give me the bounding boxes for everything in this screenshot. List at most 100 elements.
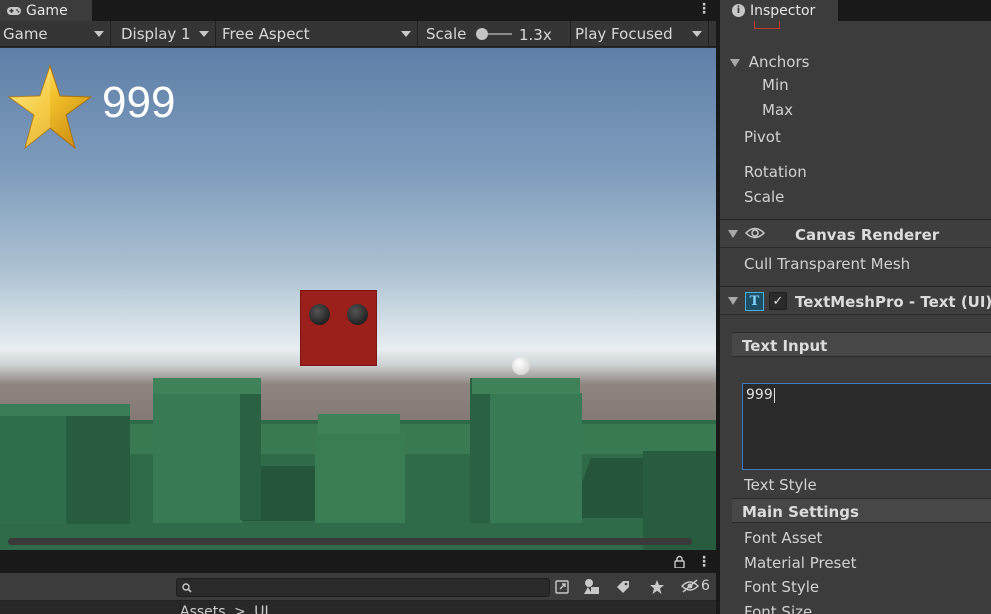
search-icon — [182, 583, 192, 593]
font-asset-label: Font Asset — [744, 529, 823, 547]
anchors-foldout[interactable]: Anchors — [720, 53, 991, 71]
text-cursor — [774, 388, 775, 403]
textmeshpro-title: TextMeshPro - Text (UI) — [795, 293, 991, 311]
game-mode-label: Game — [3, 25, 48, 43]
breadcrumb: Assets > UI — [180, 604, 269, 614]
enemy-block — [300, 290, 377, 366]
scale-slider[interactable] — [476, 28, 512, 40]
toolbar-overflow[interactable] — [709, 21, 716, 47]
tag-icon[interactable] — [615, 579, 631, 595]
hidden-count: 6 — [701, 578, 710, 594]
enemy-eye — [347, 304, 368, 325]
anchors-max-label: Max — [762, 101, 794, 119]
eye-hidden-icon — [680, 579, 700, 593]
display-dropdown[interactable]: Display 1 — [111, 21, 216, 47]
platform-block-top — [153, 378, 261, 394]
scale-label: Scale — [744, 188, 785, 206]
anchors-min-label: Min — [762, 76, 789, 94]
pivot-label: Pivot — [744, 128, 781, 146]
aspect-dropdown[interactable]: Free Aspect — [216, 21, 418, 47]
canvas-renderer-header[interactable]: Canvas Renderer — [720, 219, 991, 248]
game-more-options-icon[interactable]: ⋮ — [697, 2, 711, 16]
anchor-preset-widget[interactable] — [754, 21, 780, 29]
gamepad-icon — [7, 6, 21, 15]
anchors-label: Anchors — [748, 53, 810, 71]
scale-label: Scale — [426, 25, 467, 43]
component-enabled-checkbox[interactable]: ✓ — [769, 292, 787, 310]
text-style-label: Text Style — [744, 476, 817, 494]
inspector-panel: i Inspector Anchors Min Max Pivot Rotati… — [720, 0, 991, 614]
triangle-down-icon — [728, 230, 738, 238]
tab-inspector-label: Inspector — [750, 2, 816, 19]
rotation-label: Rotation — [744, 163, 807, 181]
lock-icon[interactable] — [674, 555, 685, 568]
enemy-eye — [309, 304, 330, 325]
scale-control: Scale 1.3x — [418, 21, 571, 47]
triangle-down-icon — [730, 58, 740, 67]
platform-block-side — [470, 378, 492, 523]
chevron-down-icon — [401, 31, 411, 37]
eye-icon — [745, 227, 765, 239]
info-icon: i — [732, 4, 745, 17]
scale-value: 1.3x — [519, 26, 552, 44]
platform-block — [153, 393, 242, 523]
textmeshpro-header[interactable]: T ✓ TextMeshPro - Text (UI) — [720, 286, 991, 315]
chevron-down-icon — [199, 31, 209, 37]
platform-block — [643, 451, 716, 550]
chevron-down-icon — [94, 31, 104, 37]
font-size-label: Font Size — [744, 603, 813, 614]
triangle-down-icon — [728, 297, 738, 305]
star-icon — [8, 64, 92, 150]
hidden-packages-toggle[interactable]: 6 — [680, 578, 710, 594]
canvas-renderer-title: Canvas Renderer — [795, 226, 940, 244]
play-mode-label: Play Focused — [575, 25, 673, 43]
filter-type-icon[interactable] — [583, 578, 601, 596]
breadcrumb-separator: > — [234, 604, 246, 614]
project-toolbar: 6 — [0, 573, 716, 601]
game-mode-dropdown[interactable]: Game — [0, 21, 111, 47]
platform-block — [315, 433, 405, 523]
game-viewport[interactable]: 999 — [0, 48, 716, 550]
chevron-down-icon — [692, 31, 702, 37]
textmeshpro-icon: T — [745, 292, 764, 311]
project-panel-header: ⋮ — [0, 551, 716, 573]
text-input-section[interactable]: Text Input — [732, 332, 991, 357]
project-panel: ⋮ 6 Assets > UI — [0, 551, 716, 614]
inspector-tab-bar: i Inspector — [720, 0, 991, 21]
star-icon[interactable] — [649, 579, 665, 595]
display-label: Display 1 — [121, 25, 191, 43]
cull-transparent-mesh-label: Cull Transparent Mesh — [744, 255, 911, 273]
main-settings-label: Main Settings — [742, 503, 859, 521]
horizontal-scrollbar[interactable] — [8, 538, 692, 545]
platform-block-top — [472, 378, 580, 394]
tab-game[interactable]: Game — [0, 0, 92, 21]
scale-slider-handle[interactable] — [476, 28, 488, 40]
game-tab-bar: Game ⋮ — [0, 0, 716, 21]
text-input-label: Text Input — [742, 337, 828, 355]
tab-game-label: Game — [26, 2, 68, 19]
project-more-options-icon[interactable]: ⋮ — [697, 555, 711, 569]
breadcrumb-assets[interactable]: Assets — [180, 604, 226, 614]
coin-counter: 999 — [102, 78, 176, 127]
text-input-field[interactable]: 999 — [742, 383, 991, 470]
game-view-panel: Game ⋮ Game Display 1 Free Aspect Scale … — [0, 0, 716, 550]
main-settings-section[interactable]: Main Settings — [732, 498, 991, 523]
material-preset-label: Material Preset — [744, 554, 857, 572]
panel-splitter[interactable] — [716, 0, 720, 614]
ball — [512, 357, 530, 375]
font-style-label: Font Style — [744, 578, 820, 596]
platform-block-top — [0, 404, 130, 416]
platform-block — [0, 414, 68, 524]
search-input[interactable] — [176, 578, 550, 597]
play-mode-dropdown[interactable]: Play Focused — [571, 21, 709, 47]
open-in-window-icon[interactable] — [554, 579, 570, 595]
game-toolbar: Game Display 1 Free Aspect Scale 1.3x Pl… — [0, 21, 716, 47]
breadcrumb-ui[interactable]: UI — [254, 604, 268, 614]
platform-block-top — [318, 414, 400, 434]
tab-inspector[interactable]: i Inspector — [720, 0, 838, 21]
text-input-value: 999 — [746, 387, 773, 403]
platform-block — [490, 393, 582, 523]
aspect-label: Free Aspect — [222, 25, 310, 43]
platform-block-side — [240, 380, 261, 520]
platform-block-side — [66, 406, 130, 524]
